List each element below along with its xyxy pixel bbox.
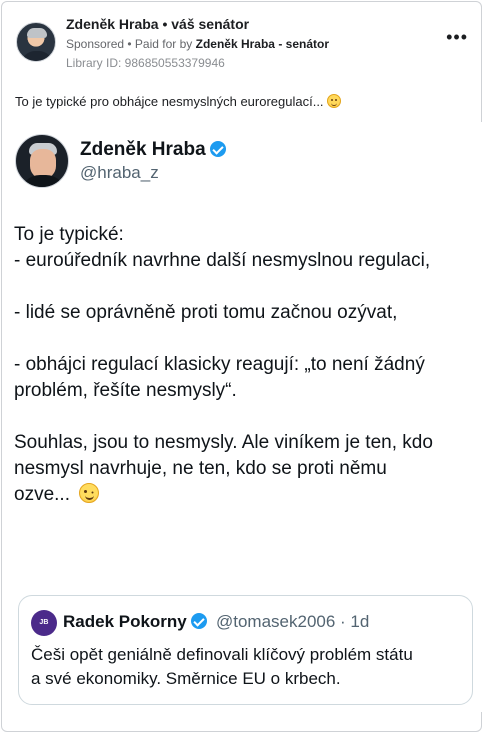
tweet-line-last: ozve...	[14, 482, 476, 508]
quoted-tweet: JB RVA Radek Pokorny @tomasek2006 · 1d Č…	[18, 595, 473, 705]
tweet-avatar-body	[20, 175, 66, 187]
more-options-icon[interactable]: •••	[446, 28, 468, 46]
tweet-image: Zdeněk Hraba @hraba_z To je typické: - e…	[4, 122, 483, 712]
sponsored-line: Sponsored • Paid for by Zdeněk Hraba - s…	[66, 37, 329, 51]
page-avatar[interactable]	[16, 22, 56, 62]
quoted-author-name-text: Radek Pokorny	[63, 612, 187, 631]
paid-for-prefix: • Paid for by	[124, 37, 196, 51]
ad-card: Zdeněk Hraba • váš senátor Sponsored • P…	[1, 1, 483, 732]
ad-caption-text: To je typické pro obhájce nesmyslných eu…	[15, 94, 328, 109]
quoted-verified-badge-icon	[190, 613, 207, 629]
quoted-author-name: Radek Pokorny	[63, 612, 207, 632]
quoted-line: Češi opět geniálně definovali klíčový pr…	[31, 645, 413, 664]
verified-badge-icon	[209, 141, 226, 157]
tweet-line: problém, řešíte nesmysly“.	[14, 380, 237, 401]
tweet-author-avatar	[15, 134, 69, 188]
tweet-author-name: Zdeněk Hraba	[80, 139, 226, 161]
tweet-line: To je typické:	[14, 224, 124, 245]
grinning-face-icon	[327, 94, 342, 108]
quoted-author-avatar: JB RVA	[31, 610, 57, 652]
tweet-line: Souhlas, jsou to nesmysly. Ale viníkem j…	[14, 432, 433, 453]
ad-header: Zdeněk Hraba • váš senátor Sponsored • P…	[14, 12, 474, 74]
quoted-tweet-text: Češi opět geniálně definovali klíčový pr…	[31, 643, 461, 691]
quoted-author-handle: @tomasek2006 · 1d	[216, 612, 370, 631]
tweet-line-text: ozve...	[14, 484, 76, 505]
paid-for-by[interactable]: Zdeněk Hraba - senátor	[196, 37, 329, 51]
tweet-line: - lidé se oprávněně proti tomu začnou oz…	[14, 302, 398, 323]
tweet-line: nesmysl navrhuje, ne ten, kdo se proti n…	[14, 458, 387, 479]
ad-caption: To je typické pro obhájce nesmyslných eu…	[15, 94, 342, 109]
tweet-author-name-text: Zdeněk Hraba	[80, 139, 206, 160]
tweet-text: To je typické: - euroúředník navrhne dal…	[14, 222, 476, 508]
tweet-author-handle: @hraba_z	[80, 163, 159, 182]
tweet-line: - obhájci regulací klasicky reagují: „to…	[14, 354, 425, 375]
winking-face-icon	[79, 483, 100, 503]
avatar-shirt	[21, 51, 53, 61]
quoted-line: a své ekonomiky. Směrnice EU o krbech.	[31, 669, 341, 688]
avatar-hair	[27, 28, 47, 38]
library-id: Library ID: 986850553379946	[66, 56, 225, 70]
page-name[interactable]: Zdeněk Hraba • váš senátor	[66, 16, 249, 32]
tweet-line: - euroúředník navrhne další nesmyslnou r…	[14, 250, 431, 271]
sponsored-label: Sponsored	[66, 37, 125, 51]
